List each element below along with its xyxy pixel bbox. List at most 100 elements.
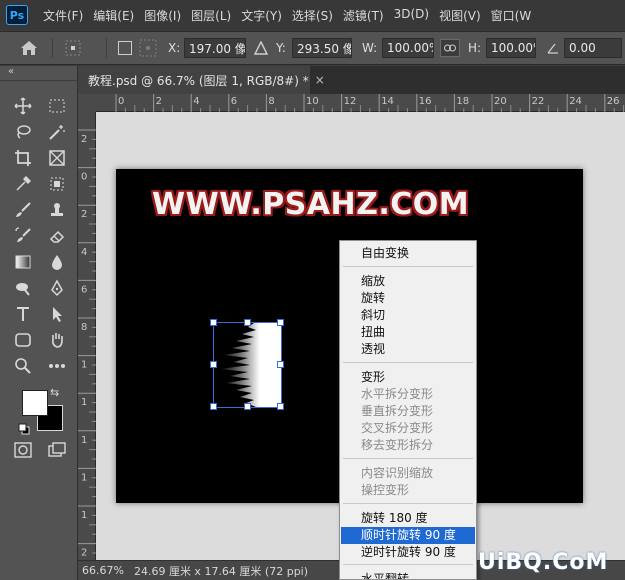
y-label: Y: — [276, 41, 286, 55]
menu-item-split-warp-vertical[interactable]: 垂直拆分变形 — [341, 403, 475, 420]
menu-item-split-warp-horizontal[interactable]: 水平拆分变形 — [341, 386, 475, 403]
pen-tool-icon[interactable] — [44, 276, 70, 300]
transform-handle-bottom[interactable] — [244, 403, 251, 410]
menu-item-rotate-180[interactable]: 旋转 180 度 — [341, 510, 475, 527]
menu-item-perspective[interactable]: 透视 — [341, 341, 475, 358]
magic-wand-tool-icon[interactable] — [44, 120, 70, 144]
path-selection-tool-icon[interactable] — [44, 302, 70, 326]
reference-grid-icon[interactable] — [138, 32, 158, 64]
frame-tool-icon[interactable] — [44, 146, 70, 170]
brush-tool-icon[interactable] — [10, 198, 36, 222]
default-colors-icon[interactable] — [18, 420, 30, 439]
relative-position-icon[interactable] — [254, 32, 268, 64]
vertical-ruler[interactable]: 2 0 2 4 6 8 1 1 1 1 1 2 — [78, 112, 96, 560]
quick-mask-icon[interactable] — [10, 438, 36, 462]
menu-layer[interactable]: 图层(L) — [186, 7, 236, 24]
w-label: W: — [362, 41, 378, 55]
menu-item-rotate-90-cw[interactable]: 顺时针旋转 90 度 — [341, 527, 475, 544]
ruler-label: 0 — [118, 96, 124, 107]
transform-bounding-box[interactable] — [210, 319, 284, 410]
watermark: UiBQ.CoM — [478, 550, 609, 575]
transform-handle-right[interactable] — [277, 361, 284, 368]
menu-view[interactable]: 视图(V) — [434, 7, 486, 24]
menu-item-skew[interactable]: 斜切 — [341, 307, 475, 324]
canvas-title-text: WWW.PSAHZ.COM — [152, 187, 470, 222]
rectangle-tool-icon[interactable] — [10, 328, 36, 352]
object-selection-tool-icon[interactable] — [44, 172, 70, 196]
menu-file[interactable]: 文件(F) — [38, 7, 88, 24]
clone-stamp-tool-icon[interactable] — [44, 198, 70, 222]
marquee-tool-icon[interactable] — [44, 94, 70, 118]
dodge-tool-icon[interactable] — [10, 276, 36, 300]
screen-mode-icon[interactable] — [44, 438, 70, 462]
layer-image — [220, 323, 281, 407]
menu-item-warp[interactable]: 变形 — [341, 369, 475, 386]
menu-item-flip-horizontal[interactable]: 水平翻转 — [341, 571, 475, 579]
menu-window[interactable]: 窗口(W — [486, 7, 537, 24]
ruler-label: 16 — [419, 96, 432, 107]
ruler-label: 1 — [81, 472, 87, 483]
type-tool-icon[interactable] — [10, 302, 36, 326]
menu-item-split-warp-cross[interactable]: 交叉拆分变形 — [341, 420, 475, 437]
ruler-label: 4 — [193, 96, 199, 107]
transform-handle-br[interactable] — [277, 403, 284, 410]
eyedropper-tool-icon[interactable] — [10, 172, 36, 196]
reference-checkbox[interactable] — [118, 32, 132, 64]
rotate-angle-icon — [546, 32, 560, 64]
ruler-label: 4 — [81, 247, 87, 258]
gradient-tool-icon[interactable] — [10, 250, 36, 274]
transform-handle-tr[interactable] — [277, 319, 284, 326]
zoom-level[interactable]: 66.67% — [82, 564, 124, 577]
menu-item-puppet-warp[interactable]: 操控变形 — [341, 482, 475, 499]
more-tools-icon[interactable] — [44, 354, 70, 378]
link-icon[interactable] — [440, 32, 460, 64]
y-input[interactable]: 293.50 像素 — [292, 38, 352, 58]
height-input[interactable]: 100.00% — [486, 38, 536, 58]
collapse-icon[interactable]: « — [8, 66, 14, 77]
menu-filter[interactable]: 滤镜(T) — [338, 7, 389, 24]
transform-handle-bl[interactable] — [210, 403, 217, 410]
transform-handle-left[interactable] — [210, 361, 217, 368]
menu-type[interactable]: 文字(Y) — [236, 7, 287, 24]
zoom-tool-icon[interactable] — [10, 354, 36, 378]
menu-item-scale[interactable]: 缩放 — [341, 273, 475, 290]
ruler-label: 8 — [268, 96, 274, 107]
lasso-tool-icon[interactable] — [10, 120, 36, 144]
menu-image[interactable]: 图像(I) — [139, 7, 186, 24]
menu-item-rotate-90-ccw[interactable]: 逆时针旋转 90 度 — [341, 544, 475, 561]
foreground-color-swatch[interactable] — [22, 390, 48, 416]
menu-bar: Ps 文件(F) 编辑(E) 图像(I) 图层(L) 文字(Y) 选择(S) 滤… — [0, 0, 625, 30]
blur-tool-icon[interactable] — [44, 250, 70, 274]
home-icon[interactable] — [20, 32, 38, 64]
document-size[interactable]: 24.69 厘米 x 17.64 厘米 (72 ppi) — [134, 563, 308, 579]
menu-item-remove-warp-split[interactable]: 移去变形拆分 — [341, 437, 475, 454]
menu-item-free-transform[interactable]: 自由变换 — [341, 245, 475, 262]
horizontal-ruler[interactable]: 0 2 4 6 8 10 12 14 16 18 20 22 24 26 — [96, 94, 625, 112]
ruler-label: 1 — [81, 397, 87, 408]
eraser-tool-icon[interactable] — [44, 224, 70, 248]
swap-colors-icon[interactable]: ⇆ — [50, 386, 59, 399]
menu-item-content-aware-scale[interactable]: 内容识别缩放 — [341, 465, 475, 482]
menu-items: 文件(F) 编辑(E) 图像(I) 图层(L) 文字(Y) 选择(S) 滤镜(T… — [38, 7, 536, 24]
close-icon[interactable]: × — [315, 73, 325, 87]
menu-item-rotate[interactable]: 旋转 — [341, 290, 475, 307]
transform-handle-top[interactable] — [244, 319, 251, 326]
transform-context-menu: 自由变换 缩放 旋转 斜切 扭曲 透视 变形 水平拆分变形 垂直拆分变形 交叉拆… — [339, 240, 477, 580]
menu-3d[interactable]: 3D(D) — [389, 7, 434, 24]
angle-input[interactable]: 0.00 — [564, 38, 622, 58]
x-input[interactable]: 197.00 像素 — [184, 38, 246, 58]
options-bar: X: 197.00 像素 Y: 293.50 像素 W: 100.00% H: … — [0, 31, 625, 65]
move-tool-icon[interactable] — [10, 94, 36, 118]
history-brush-tool-icon[interactable] — [10, 224, 36, 248]
menu-select[interactable]: 选择(S) — [287, 7, 338, 24]
crop-tool-icon[interactable] — [10, 146, 36, 170]
width-input[interactable]: 100.00% — [382, 38, 434, 58]
ruler-label: 1 — [81, 435, 87, 446]
reference-point-icon[interactable] — [64, 32, 82, 64]
hand-tool-icon[interactable] — [44, 328, 70, 352]
ruler-label: 12 — [344, 96, 357, 107]
menu-item-distort[interactable]: 扭曲 — [341, 324, 475, 341]
document-tab[interactable]: 教程.psd @ 66.7% (图层 1, RGB/8#) * × — [78, 66, 325, 94]
transform-handle-tl[interactable] — [210, 319, 217, 326]
menu-edit[interactable]: 编辑(E) — [88, 7, 139, 24]
